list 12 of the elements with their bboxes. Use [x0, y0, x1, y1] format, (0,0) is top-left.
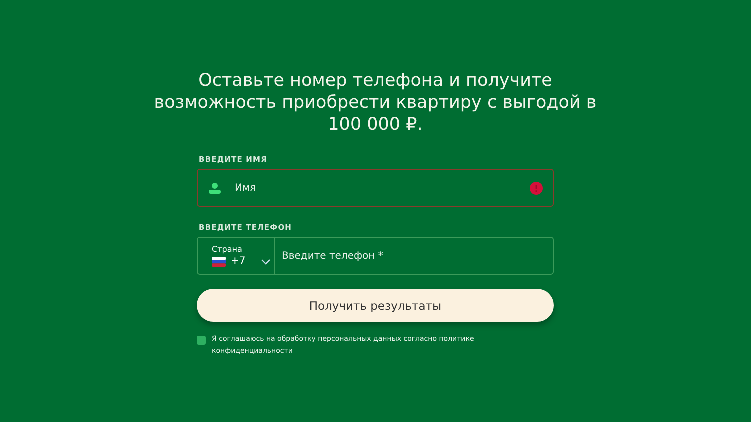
user-icon	[209, 182, 221, 194]
name-input[interactable]: Имя	[235, 178, 530, 198]
heading: Оставьте номер телефона и получите возможность приобрести квартиру с выгодой в 100 000 ₽.	[153, 70, 598, 136]
consent-checkbox[interactable]	[197, 336, 206, 345]
phone-field[interactable]: Страна +7 Введите телефон *	[197, 237, 554, 275]
flag-icon	[212, 256, 226, 266]
submit-button[interactable]: Получить результаты	[197, 289, 554, 322]
phone-input[interactable]: Введите телефон *	[275, 246, 553, 266]
chevron-down-icon	[260, 258, 271, 264]
country-select[interactable]: Страна +7	[198, 238, 275, 274]
name-field[interactable]: Имя	[197, 169, 554, 207]
error-icon	[530, 182, 543, 194]
